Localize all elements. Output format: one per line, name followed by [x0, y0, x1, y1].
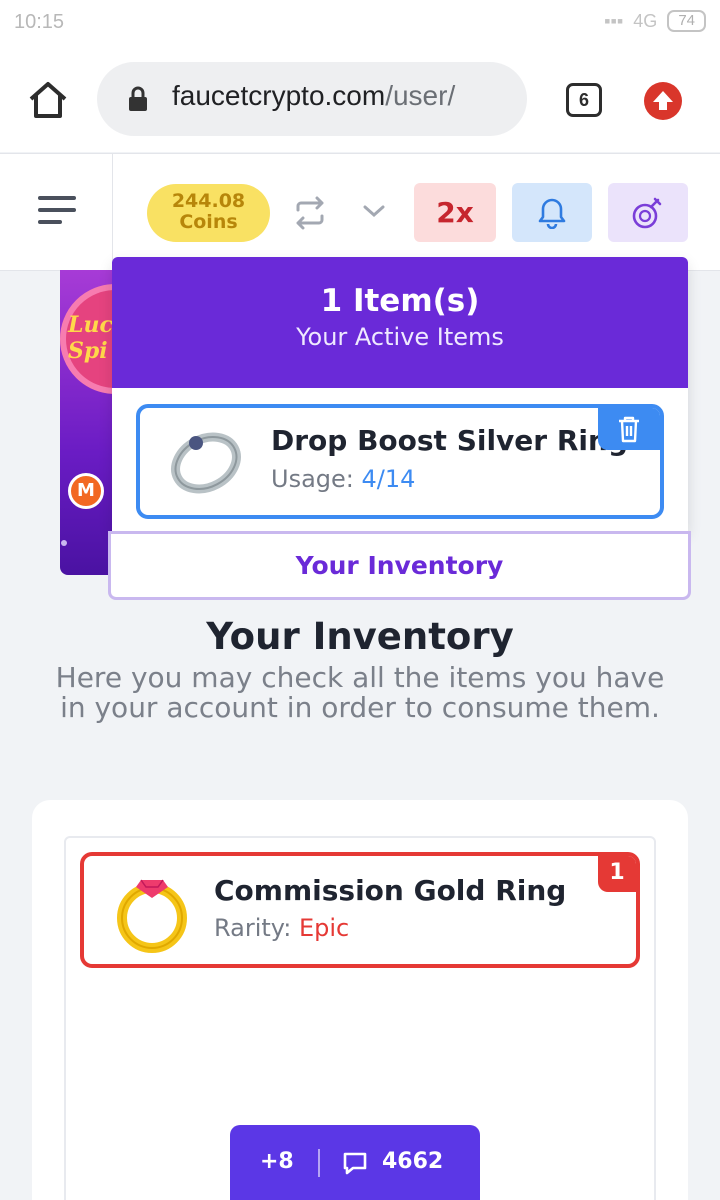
potion-icon: [632, 197, 662, 229]
status-time: 10:15: [14, 11, 65, 33]
active-item-name: Drop Boost Silver Ring: [271, 424, 628, 457]
usage-value: 4/14: [361, 465, 416, 493]
chat-separator: [318, 1149, 320, 1177]
status-icons: ▪▪▪ 4G 74: [604, 10, 706, 32]
active-item-card[interactable]: Drop Boost Silver Ring Usage: 4/14: [136, 404, 664, 519]
usage-label: Usage:: [271, 465, 354, 493]
page-title: Your Inventory: [206, 615, 514, 658]
inventory-item-name: Commission Gold Ring: [214, 874, 567, 907]
url-path: /user/: [385, 80, 456, 111]
multiplier-button[interactable]: 2x: [414, 183, 496, 242]
home-button[interactable]: [26, 78, 70, 122]
gold-ring-icon: [117, 879, 187, 953]
coins-label: Coins: [179, 211, 238, 233]
menu-button[interactable]: [38, 196, 76, 226]
update-icon: [653, 91, 673, 110]
url-domain: faucetcrypto.com: [172, 80, 386, 111]
carousel-dot: [61, 540, 67, 546]
signal-icon: ▪▪▪: [604, 10, 624, 31]
address-bar[interactable]: faucetcrypto.com/user/: [97, 62, 527, 136]
dropdown-header: 1 Item(s) Your Active Items: [112, 257, 688, 388]
rarity-value: Epic: [298, 914, 350, 942]
active-item-usage: Usage: 4/14: [271, 465, 415, 493]
items-button[interactable]: [608, 183, 688, 242]
active-items-count: 1 Item(s): [320, 283, 480, 319]
swap-icon: [296, 196, 324, 230]
swap-button[interactable]: [292, 196, 328, 230]
chat-online-count: +8: [260, 1149, 294, 1174]
lucky-text-line2: Spi: [68, 338, 108, 364]
remove-item-button[interactable]: [598, 408, 660, 450]
active-items-subtitle: Your Active Items: [296, 323, 504, 351]
status-bar: 10:15 ▪▪▪ 4G 74: [0, 0, 720, 48]
home-icon: [29, 82, 67, 118]
tabs-button[interactable]: 6: [566, 83, 602, 117]
notifications-button[interactable]: [512, 183, 592, 242]
battery-indicator: 74: [667, 10, 706, 32]
lock-icon: [129, 86, 147, 111]
inventory-item-rarity: Rarity: Epic: [214, 914, 349, 942]
chat-message-count: 4662: [382, 1149, 444, 1174]
bell-icon: [538, 198, 566, 229]
chevron-down-icon: [363, 205, 385, 218]
active-items-dropdown: 1 Item(s) Your Active Items Drop Boost S…: [112, 257, 688, 531]
update-button[interactable]: [644, 82, 682, 120]
monero-icon: M: [68, 473, 104, 509]
menu-icon: [38, 196, 76, 200]
lucky-spin-banner[interactable]: Luck Spi M: [60, 270, 112, 575]
currency-dropdown[interactable]: [362, 202, 386, 220]
page-description: Here you may check all the items you hav…: [55, 661, 665, 724]
coins-amount: 244.08: [171, 190, 246, 212]
inventory-item-card[interactable]: Commission Gold Ring Rarity: Epic 1: [80, 852, 640, 968]
your-inventory-link[interactable]: Your Inventory: [108, 531, 691, 600]
lucky-text-line1: Luck: [68, 312, 112, 338]
app-header: 244.08 Coins 2x: [0, 153, 720, 272]
chat-icon: [343, 1152, 367, 1175]
coins-balance[interactable]: 244.08 Coins: [147, 184, 270, 242]
browser-toolbar: faucetcrypto.com/user/ 6: [0, 48, 720, 152]
chat-bar[interactable]: +8 4662: [230, 1125, 480, 1200]
header-divider: [112, 154, 113, 272]
network-type: 4G: [633, 10, 658, 31]
lucky-spin-text: Luck Spi: [68, 312, 112, 364]
trash-icon: [619, 416, 639, 443]
rarity-label: Rarity:: [214, 914, 292, 942]
quantity-badge: 1: [598, 856, 636, 892]
silver-ring-icon: [171, 432, 241, 494]
url-text: faucetcrypto.com/user/: [172, 80, 512, 112]
